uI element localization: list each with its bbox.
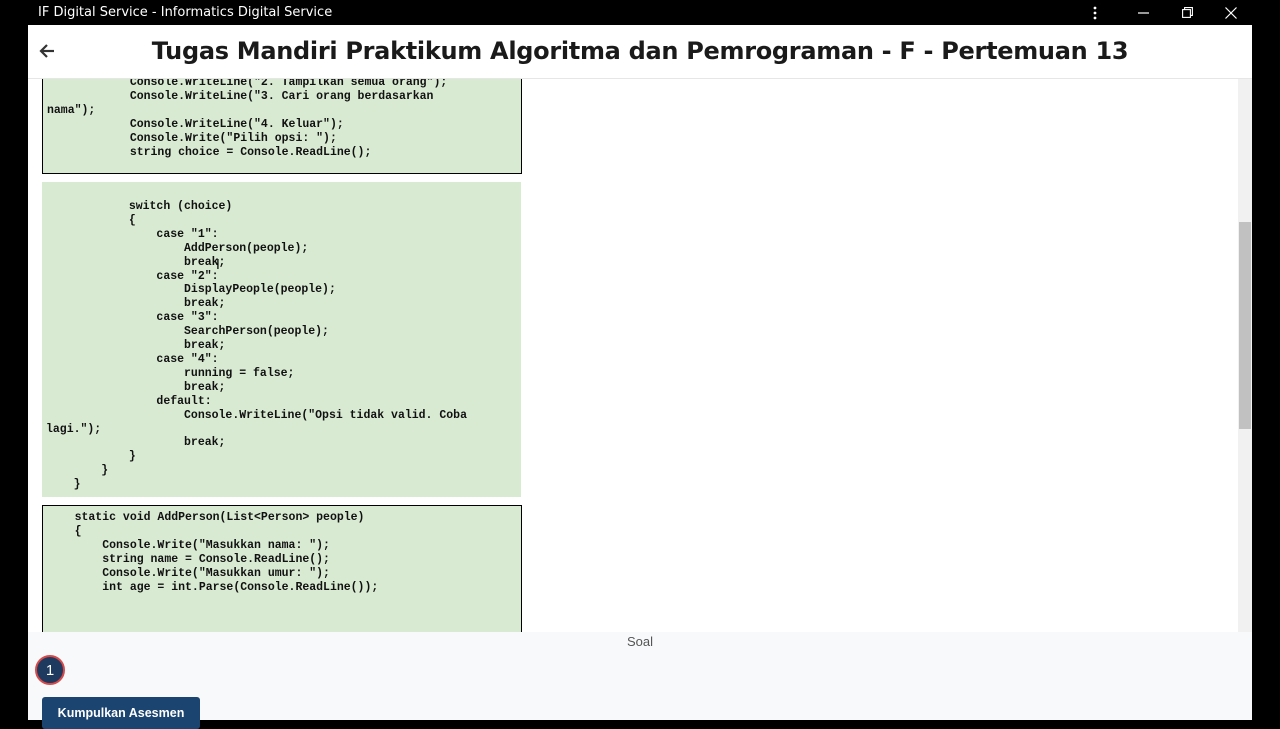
code-text: switch (choice) { case "1": AddPerson(pe… (46, 200, 467, 492)
window-titlebar: IF Digital Service - Informatics Digital… (0, 0, 1280, 25)
question-footer: Soal 1 Kumpulkan Asesmen (28, 632, 1252, 729)
restore-icon[interactable] (1164, 0, 1210, 25)
code-block: Console.WriteLine("2. Tampilkan semua or… (42, 79, 522, 174)
text-cursor-icon: I (216, 258, 220, 273)
scrollbar-thumb[interactable] (1239, 222, 1251, 429)
close-icon[interactable] (1208, 0, 1254, 25)
more-options-icon[interactable] (1072, 0, 1118, 25)
code-text: Console.WriteLine("2. Tampilkan semua or… (47, 79, 448, 159)
question-content[interactable]: Console.WriteLine("2. Tampilkan semua or… (28, 79, 1252, 632)
section-label: Soal (626, 634, 654, 649)
content-scrollbar[interactable] (1238, 79, 1252, 632)
minimize-icon[interactable] (1120, 0, 1166, 25)
app-window: Tugas Mandiri Praktikum Algoritma dan Pe… (28, 25, 1252, 729)
window-title: IF Digital Service - Informatics Digital… (38, 5, 333, 20)
code-text: static void AddPerson(List<Person> peopl… (74, 511, 379, 594)
question-number-button[interactable]: 1 (35, 655, 65, 685)
page-header: Tugas Mandiri Praktikum Algoritma dan Pe… (28, 25, 1252, 79)
code-block: static void AddPerson(List<Person> peopl… (42, 505, 522, 632)
submit-assessment-button[interactable]: Kumpulkan Asesmen (42, 697, 200, 729)
page-title: Tugas Mandiri Praktikum Algoritma dan Pe… (151, 37, 1129, 65)
code-block: switch (choice) { case "1": AddPerson(pe… (42, 182, 521, 497)
